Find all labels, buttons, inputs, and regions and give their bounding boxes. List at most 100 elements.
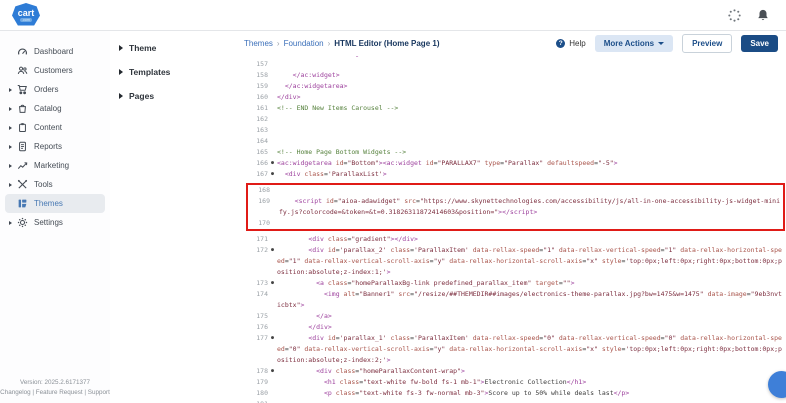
sidebar-item-label: Content (34, 123, 62, 132)
sidebar-item-label: Reports (34, 142, 62, 151)
code-line[interactable]: 169 <script id="aioa-adawidget" src="htt… (248, 196, 783, 218)
code-line[interactable]: 173● <a class="homeParallaxBg-link prede… (246, 278, 785, 289)
fold-marker-icon[interactable]: ● (268, 366, 277, 377)
panel-item-label: Pages (129, 91, 154, 101)
report-icon (17, 141, 32, 152)
breadcrumb-separator: › (277, 39, 280, 48)
code-line[interactable]: 158 </ac:widget> (246, 70, 785, 81)
fold-gutter (268, 81, 277, 92)
help-button[interactable]: ? Help (556, 39, 585, 48)
expand-arrow-icon[interactable] (9, 107, 17, 111)
cart-logo[interactable]: cart .com (12, 3, 40, 27)
code-text (279, 185, 783, 196)
sidebar-item-reports[interactable]: Reports (5, 137, 105, 156)
breadcrumb-themes[interactable]: Themes (244, 39, 273, 48)
app-window: cart .com (0, 0, 786, 403)
expand-arrow-icon[interactable] (9, 221, 17, 225)
code-text: <p class="text-white fs-3 fw-normal mb-3… (277, 388, 785, 399)
code-line[interactable]: 167● <div class='ParallaxList'> (246, 169, 785, 180)
panel-item-theme[interactable]: Theme (110, 36, 228, 60)
sidebar-item-catalog[interactable]: Catalog (5, 99, 105, 118)
code-line[interactable]: 175 </a> (246, 311, 785, 322)
breadcrumb-foundation[interactable]: Foundation (284, 39, 324, 48)
code-line[interactable]: 157 (246, 59, 785, 70)
fold-marker-icon[interactable]: ● (268, 245, 277, 278)
code-text (277, 114, 785, 125)
themes-icon (17, 198, 32, 209)
code-line[interactable]: 165<!-- Home Page Bottom Widgets --> (246, 147, 785, 158)
code-text: <div id='parallax_2' class='ParallaxItem… (277, 245, 785, 278)
sidebar-item-tools[interactable]: Tools (5, 175, 105, 194)
code-editor[interactable]: 156 </ac:widgetitems>157 158 </ac:widget… (246, 56, 785, 403)
notification-bell-icon[interactable] (756, 8, 770, 23)
sidebar-item-settings[interactable]: Settings (5, 213, 105, 232)
code-line[interactable]: 162 (246, 114, 785, 125)
fold-gutter (270, 196, 279, 218)
preview-button[interactable]: Preview (682, 34, 732, 53)
code-line[interactable]: 179 <h1 class="text-white fw-bold fs-1 m… (246, 377, 785, 388)
panel-item-templates[interactable]: Templates (110, 60, 228, 84)
header-actions (727, 8, 786, 23)
code-line[interactable]: 174 <img alt="Banner1" src="/resize/##TH… (246, 289, 785, 311)
sidebar-item-label: Customers (34, 66, 73, 75)
footer-link-feature-request[interactable]: Feature Request (36, 389, 83, 396)
fold-marker-icon[interactable]: ● (268, 169, 277, 180)
fold-gutter (268, 377, 277, 388)
expand-arrow-icon[interactable] (9, 88, 17, 92)
tools-icon (17, 179, 32, 190)
users-icon (17, 65, 32, 76)
footer-link-changelog[interactable]: Changelog (0, 389, 30, 396)
breadcrumb-bar: Themes › Foundation › HTML Editor (Home … (228, 30, 786, 57)
code-line[interactable]: 172● <div id='parallax_2' class='Paralla… (246, 245, 785, 278)
panel-item-pages[interactable]: Pages (110, 84, 228, 108)
code-text: <div class='ParallaxList'> (277, 169, 785, 180)
code-line[interactable]: 170 (248, 218, 783, 229)
sidebar-item-themes[interactable]: Themes (5, 194, 105, 213)
code-line[interactable]: 166●<ac:widgetarea id="Bottom"><ac:widge… (246, 158, 785, 169)
save-button[interactable]: Save (741, 35, 778, 52)
line-number: 181 (246, 399, 268, 403)
line-number: 170 (248, 218, 270, 229)
expand-arrow-icon[interactable] (9, 126, 17, 130)
code-text: <a class="homeParallaxBg-link predefined… (277, 278, 785, 289)
line-number: 164 (246, 136, 268, 147)
line-number: 175 (246, 311, 268, 322)
code-line[interactable]: 160</div> (246, 92, 785, 103)
code-line[interactable]: 178● <div class="homeParallaxContent-wra… (246, 366, 785, 377)
code-line[interactable]: 181 (246, 399, 785, 403)
fold-marker-icon[interactable]: ● (268, 278, 277, 289)
code-line[interactable]: 180 <p class="text-white fs-3 fw-normal … (246, 388, 785, 399)
sidebar-item-orders[interactable]: Orders (5, 80, 105, 99)
sidebar-item-content[interactable]: Content (5, 118, 105, 137)
code-line[interactable]: 177● <div id='parallax_1' class='Paralla… (246, 333, 785, 366)
logo-text: cart (18, 9, 35, 17)
sidebar-item-customers[interactable]: Customers (5, 61, 105, 80)
fold-marker-icon[interactable]: ● (268, 158, 277, 169)
sidebar-item-label: Catalog (34, 104, 62, 113)
code-line[interactable]: 164 (246, 136, 785, 147)
sidebar-item-marketing[interactable]: Marketing (5, 156, 105, 175)
code-line[interactable]: 171 <div class="gradient"></div> (246, 234, 785, 245)
fold-marker-icon[interactable]: ● (268, 333, 277, 366)
bag-icon (17, 103, 32, 114)
code-line[interactable]: 161<!-- END New Items Carousel --> (246, 103, 785, 114)
gauge-icon (17, 46, 32, 57)
expand-arrow-icon[interactable] (9, 164, 17, 168)
code-line[interactable]: 159 </ac:widgetarea> (246, 81, 785, 92)
footer-link-support[interactable]: Support (88, 389, 110, 396)
line-number: 157 (246, 59, 268, 70)
code-text: </ac:widgetarea> (277, 81, 785, 92)
line-number: 180 (246, 388, 268, 399)
expand-arrow-icon[interactable] (9, 145, 17, 149)
fold-gutter (268, 92, 277, 103)
code-text: <!-- END New Items Carousel --> (277, 103, 785, 114)
more-actions-button[interactable]: More Actions (595, 35, 673, 52)
code-line[interactable]: 176 </div> (246, 322, 785, 333)
code-line[interactable]: 163 (246, 125, 785, 136)
question-mark-icon: ? (556, 39, 565, 48)
fold-gutter (268, 70, 277, 81)
toolbar-actions: ? Help More Actions Preview Save (556, 34, 778, 53)
expand-arrow-icon[interactable] (9, 183, 17, 187)
code-line[interactable]: 168 (248, 185, 783, 196)
sidebar-item-dashboard[interactable]: Dashboard (5, 42, 105, 61)
